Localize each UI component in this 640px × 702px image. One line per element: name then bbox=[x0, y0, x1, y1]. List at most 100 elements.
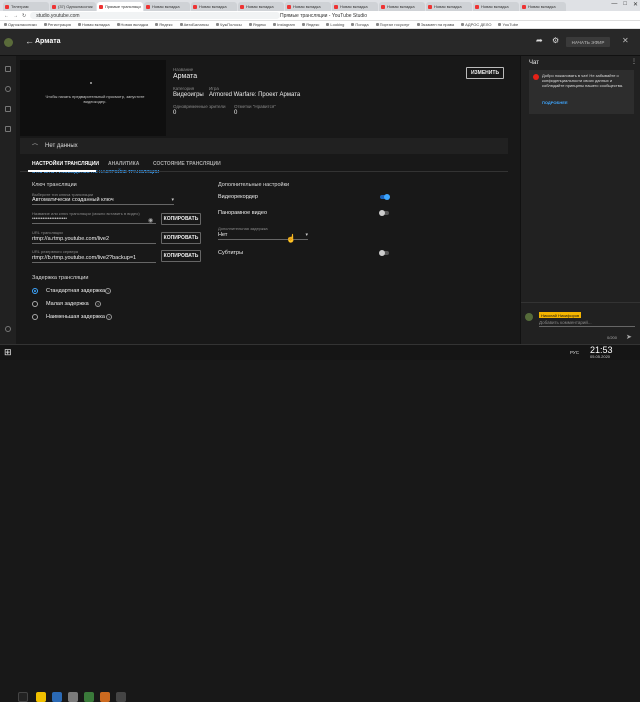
feedback-icon[interactable] bbox=[5, 326, 11, 332]
search-icon[interactable] bbox=[18, 692, 28, 702]
copy-backup-button[interactable]: КОПИРОВАТЬ bbox=[161, 250, 201, 262]
panorama-toggle[interactable] bbox=[379, 210, 389, 216]
key-type-select[interactable]: Автоматически созданный ключ ▾ bbox=[32, 197, 174, 205]
gear-icon[interactable]: ⚙ bbox=[552, 36, 559, 45]
backup-url-field[interactable]: rtmp://b.rtmp.youtube.com/live2?backup=1 bbox=[32, 255, 156, 263]
share-icon[interactable]: ➦ bbox=[536, 36, 543, 45]
send-icon[interactable]: ➤ bbox=[626, 333, 632, 341]
bookmark-item[interactable]: Погода bbox=[351, 22, 369, 27]
latency-ultralow-radio[interactable] bbox=[32, 314, 38, 320]
help-icon[interactable]: ? bbox=[95, 301, 101, 307]
live-icon[interactable] bbox=[5, 66, 11, 72]
tab-stream-settings[interactable]: НАСТРОЙКИ ТРАНСЛЯЦИИ bbox=[32, 161, 99, 167]
maximize-icon[interactable]: □ bbox=[623, 1, 627, 8]
subtitles-toggle[interactable] bbox=[379, 250, 389, 256]
tab-favicon-icon bbox=[475, 4, 479, 9]
avatar[interactable] bbox=[4, 38, 13, 47]
browser-tab[interactable]: Новая вкладка bbox=[285, 2, 331, 11]
bookmark-item[interactable]: Instagram bbox=[273, 22, 295, 27]
copy-key-button[interactable]: КОПИРОВАТЬ bbox=[161, 213, 201, 225]
minimize-icon[interactable]: — bbox=[611, 1, 617, 8]
tab-favicon-icon bbox=[5, 4, 9, 9]
forward-icon[interactable]: → bbox=[13, 13, 18, 19]
delay-label: Дополнительная задержка bbox=[218, 226, 268, 231]
bookmark-item[interactable]: Регистрация bbox=[43, 22, 71, 27]
url-field[interactable]: studio.youtube.com bbox=[30, 12, 281, 19]
bookmark-icon bbox=[273, 23, 277, 26]
bookmark-item[interactable]: Одноклассники bbox=[4, 22, 37, 27]
browser-tab-label: Новая вкладка bbox=[340, 4, 368, 9]
latency-low-radio[interactable] bbox=[32, 301, 38, 307]
bookmark-icon bbox=[43, 23, 47, 26]
learn-more-link[interactable]: ПОДРОБНЕЕ bbox=[542, 100, 568, 105]
bookmark-label: Looking bbox=[330, 22, 345, 27]
close-icon[interactable]: ✕ bbox=[633, 1, 638, 8]
help-icon[interactable]: ? bbox=[106, 314, 112, 320]
edit-button[interactable]: ИЗМЕНИТЬ bbox=[466, 67, 504, 79]
language-indicator[interactable]: РУС bbox=[570, 350, 579, 355]
app-icon[interactable] bbox=[52, 692, 62, 702]
stream-key-field[interactable]: •••••••••••••••••••• bbox=[32, 216, 156, 224]
bookmark-item[interactable]: АДРОС ДЕЛО bbox=[461, 22, 491, 27]
chat-title: Чат bbox=[529, 60, 539, 66]
help-icon[interactable]: ? bbox=[105, 288, 111, 294]
browser-tab[interactable]: Новая вкладка bbox=[473, 2, 519, 11]
bookmark-item[interactable]: Новая вкладка bbox=[77, 22, 110, 27]
dvr-label: Видеорекордер bbox=[218, 194, 258, 200]
tab-stream-health[interactable]: СОСТОЯНИЕ ТРАНСЛЯЦИИ bbox=[153, 161, 221, 167]
browser-tab[interactable]: Новая вкладка bbox=[426, 2, 472, 11]
close-panel-icon[interactable]: ✕ bbox=[622, 36, 629, 45]
bookmark-item[interactable]: Экзамен на права bbox=[416, 22, 454, 27]
back-arrow-icon[interactable]: ← bbox=[25, 36, 34, 46]
eye-icon[interactable]: ◉ bbox=[148, 217, 153, 224]
browser-yandex-icon[interactable] bbox=[36, 692, 46, 702]
app-icon[interactable] bbox=[84, 692, 94, 702]
bookmark-item[interactable]: Яндекс bbox=[248, 22, 266, 27]
bookmark-item[interactable]: YouTube bbox=[498, 22, 518, 27]
bookmark-item[interactable]: ЧужПолосы bbox=[215, 22, 242, 27]
app-icon[interactable] bbox=[68, 692, 78, 702]
dvr-toggle[interactable] bbox=[380, 194, 390, 200]
bookmark-item[interactable]: Яндекс bbox=[301, 22, 319, 27]
dropdown-icon: ▾ bbox=[171, 197, 174, 203]
reload-icon[interactable]: ↻ bbox=[22, 13, 26, 19]
chat-input[interactable]: Добавить комментарий... bbox=[539, 320, 635, 327]
bookmark-item[interactable]: Looking bbox=[326, 22, 344, 27]
browser-tab[interactable]: Новая вкладка bbox=[144, 2, 190, 11]
browser-tab[interactable]: (37) Одноклассник bbox=[50, 2, 96, 11]
bookmark-item[interactable]: Яндекс bbox=[155, 22, 173, 27]
start-stream-button[interactable]: НАЧАТЬ ЭФИР bbox=[566, 37, 610, 47]
browser-tab[interactable]: Новая вкладка bbox=[191, 2, 237, 11]
bookmark-label: Погода bbox=[355, 22, 369, 27]
status-text: Нет данных bbox=[45, 143, 78, 149]
tab-favicon-icon bbox=[240, 4, 244, 9]
windows-start-icon[interactable]: ⊞ bbox=[4, 347, 12, 358]
viewers-value: 0 bbox=[173, 110, 177, 116]
latency-standard-radio[interactable] bbox=[32, 288, 38, 294]
browser-tab[interactable]: Новая вкладка bbox=[238, 2, 284, 11]
more-icon[interactable]: ⋮ bbox=[631, 58, 637, 65]
tab-analytics[interactable]: АНАЛИТИКА bbox=[108, 161, 139, 167]
stream-url-field[interactable]: rtmp://a.rtmp.youtube.com/live2 bbox=[32, 236, 156, 244]
browser-tab[interactable]: Новая вкладка bbox=[332, 2, 378, 11]
copy-url-button[interactable]: КОПИРОВАТЬ bbox=[161, 232, 201, 244]
webcam-icon[interactable] bbox=[5, 86, 11, 92]
calendar-icon[interactable] bbox=[5, 126, 11, 132]
app-icon[interactable] bbox=[116, 692, 126, 702]
bookmark-icon bbox=[215, 23, 219, 26]
bookmark-item[interactable]: АвтоБалансы bbox=[179, 22, 209, 27]
browser-tab[interactable]: Прямые трансляци bbox=[97, 2, 143, 11]
youtube-icon bbox=[533, 74, 539, 80]
browser-tab[interactable]: Новая вкладка bbox=[520, 2, 566, 11]
app-icon[interactable] bbox=[100, 692, 110, 702]
browser-tab-label: Новая вкладка bbox=[434, 4, 462, 9]
bookmark-item[interactable]: Новая вкладка bbox=[116, 22, 148, 27]
manage-icon[interactable] bbox=[5, 106, 11, 112]
back-icon[interactable]: ← bbox=[4, 13, 9, 19]
browser-tab[interactable]: Телеграм bbox=[3, 2, 49, 11]
browser-tab-label: Новая вкладка bbox=[481, 4, 509, 9]
preview-dot-icon bbox=[90, 82, 92, 84]
bookmark-item[interactable]: Портал госуслуг bbox=[375, 22, 410, 27]
chat-welcome-notice: Добро пожаловать в чат! Не забывайте о к… bbox=[529, 70, 634, 114]
browser-tab[interactable]: Новая вкладка bbox=[379, 2, 425, 11]
